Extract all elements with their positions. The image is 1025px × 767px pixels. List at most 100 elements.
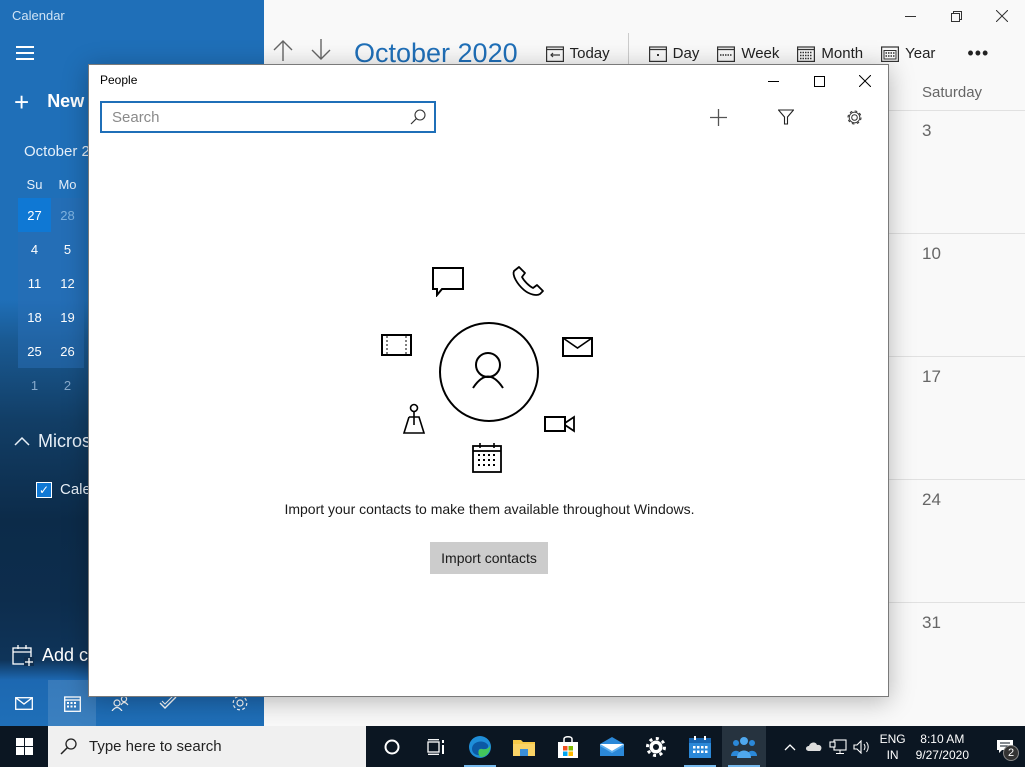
mail-switch-button[interactable]: [0, 680, 48, 726]
mini-calendar: Su Mo 27 28 4 5 11 12 18 19 25 26 1 2: [18, 170, 84, 402]
more-options-button[interactable]: •••: [967, 43, 989, 64]
week-view-button[interactable]: Week: [717, 45, 779, 62]
task-view-button[interactable]: [414, 726, 458, 767]
cortana-button[interactable]: [370, 726, 414, 767]
calendar-window-controls: [887, 4, 1025, 28]
import-contacts-button[interactable]: Import contacts: [430, 542, 548, 574]
today-button[interactable]: Today: [545, 44, 610, 62]
film-icon: [381, 334, 412, 356]
minimize-button[interactable]: [887, 4, 933, 28]
weekday-header: Mo: [58, 176, 77, 192]
add-contact-button[interactable]: [698, 101, 738, 133]
people-hero-illustration: [369, 255, 609, 485]
task-view-icon: [427, 738, 444, 755]
mini-calendar-day[interactable]: 12: [51, 266, 84, 300]
language-region: IN: [886, 747, 899, 762]
calendar-day-cell[interactable]: 3: [888, 110, 1025, 234]
network-icon: [829, 738, 847, 754]
restore-button[interactable]: [933, 4, 979, 28]
minimize-icon: [767, 80, 779, 82]
month-view-button[interactable]: Month: [797, 45, 863, 62]
show-hidden-icons-button[interactable]: [778, 743, 802, 751]
people-close-button[interactable]: [842, 67, 888, 95]
mini-calendar-day[interactable]: 26: [51, 334, 84, 368]
volume-button[interactable]: [850, 739, 874, 754]
calendar-day-cell[interactable]: 24: [888, 479, 1025, 603]
add-calendar-button[interactable]: Add ca: [12, 644, 98, 666]
calendar-list-item[interactable]: ✓ Cale: [36, 481, 91, 498]
calendar-day-cell[interactable]: 17: [888, 356, 1025, 480]
people-search-box[interactable]: [100, 101, 436, 133]
settings-taskbar-button[interactable]: [634, 726, 678, 767]
start-button[interactable]: [0, 726, 48, 767]
mini-calendar-day[interactable]: 11: [18, 266, 51, 300]
people-search-input[interactable]: [112, 108, 410, 126]
close-button[interactable]: [979, 4, 1025, 28]
mini-calendar-day-today[interactable]: 27: [18, 198, 51, 232]
action-center-button[interactable]: 2: [985, 726, 1025, 767]
day-number: 31: [922, 613, 941, 632]
plus-icon: +: [14, 86, 30, 117]
clock[interactable]: 8:10 AM 9/27/2020: [916, 731, 969, 763]
taskbar-search-box[interactable]: Type here to search: [48, 726, 366, 767]
filter-button[interactable]: [766, 101, 806, 133]
next-month-button[interactable]: [302, 39, 340, 67]
mini-calendar-day[interactable]: 1: [18, 368, 51, 402]
file-explorer-button[interactable]: [502, 726, 546, 767]
today-label: Today: [569, 44, 610, 62]
people-minimize-button[interactable]: [750, 67, 796, 95]
language-indicator[interactable]: ENG IN: [880, 731, 906, 763]
calendar-day-icon: [648, 45, 667, 62]
month-label: Month: [821, 44, 864, 62]
restore-icon: [950, 10, 962, 22]
mini-calendar-day[interactable]: 25: [18, 334, 51, 368]
mini-calendar-day[interactable]: 19: [51, 300, 84, 334]
people-window-title: People: [100, 73, 138, 87]
previous-month-button[interactable]: [264, 39, 302, 67]
language-code: ENG: [879, 731, 906, 746]
video-call-icon: [544, 415, 575, 433]
settings-button[interactable]: [834, 101, 874, 133]
calendar-day-cell[interactable]: 10: [888, 233, 1025, 357]
edge-taskbar-button[interactable]: [458, 726, 502, 767]
day-number: 10: [922, 244, 941, 263]
person-icon: [439, 322, 539, 422]
windows-logo-icon: [15, 738, 33, 755]
day-view-button[interactable]: Day: [648, 45, 699, 62]
mini-calendar-day[interactable]: 5: [51, 232, 84, 266]
hamburger-menu-icon[interactable]: [16, 46, 34, 60]
mini-calendar-month[interactable]: October 2: [24, 143, 90, 160]
day-number: 24: [922, 490, 941, 509]
phone-icon: [512, 266, 544, 296]
store-button[interactable]: [546, 726, 590, 767]
network-button[interactable]: [826, 738, 850, 755]
mini-calendar-day[interactable]: 4: [18, 232, 51, 266]
calendar-taskbar-button[interactable]: [678, 726, 722, 767]
mail-taskbar-button[interactable]: [590, 726, 634, 767]
filter-icon: [778, 109, 794, 125]
search-icon[interactable]: [410, 109, 426, 125]
mini-calendar-day[interactable]: 18: [18, 300, 51, 334]
year-view-button[interactable]: Year: [881, 45, 935, 62]
arrow-down-icon: [311, 39, 331, 60]
taskbar-search-placeholder: Type here to search: [89, 738, 222, 755]
account-group-toggle[interactable]: Micros: [14, 431, 91, 452]
people-maximize-button[interactable]: [796, 67, 842, 95]
close-icon: [996, 10, 1008, 22]
mini-calendar-day[interactable]: 28: [51, 198, 84, 232]
gear-icon: [846, 109, 862, 125]
folder-icon: [513, 739, 535, 756]
cortana-icon: [384, 739, 400, 754]
speaker-icon: [853, 739, 869, 754]
calendar-item-label: Cale: [60, 481, 91, 498]
onedrive-button[interactable]: [802, 741, 826, 752]
checkbox-checked-icon[interactable]: ✓: [36, 481, 52, 498]
people-taskbar-button[interactable]: [722, 726, 766, 767]
people-window-controls: [750, 67, 888, 95]
gear-icon: [646, 736, 666, 757]
calendar-day-cell[interactable]: 31: [888, 602, 1025, 726]
mini-calendar-day[interactable]: 2: [51, 368, 84, 402]
system-tray: ENG IN 8:10 AM 9/27/2020 2: [778, 726, 1025, 767]
new-event-button[interactable]: + New: [14, 86, 84, 117]
week-label: Week: [741, 44, 780, 62]
